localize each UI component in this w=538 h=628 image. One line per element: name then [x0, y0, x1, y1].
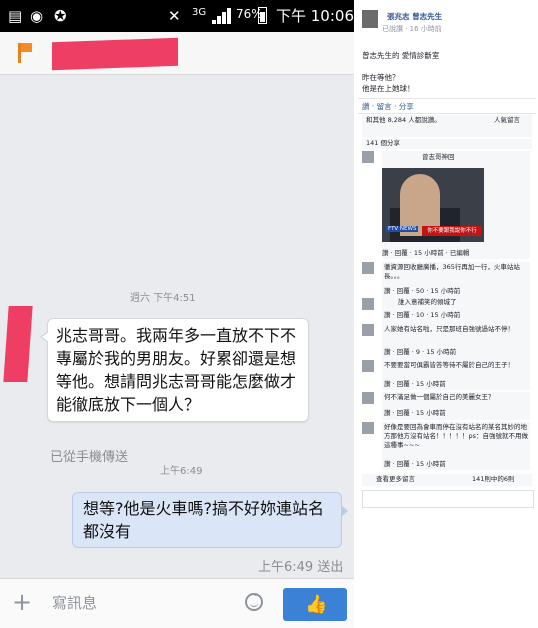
video-caption: 你不要跟我說你不行 [422, 226, 482, 236]
avatar[interactable] [362, 392, 374, 404]
avatar[interactable] [362, 298, 374, 310]
channel-logo: FTV NEWS [386, 226, 419, 232]
post-text: 曾志先生的 愛情診斷室 [362, 51, 440, 60]
comment-meta[interactable]: 讚 · 回覆 · 10 · 15 小時前 [384, 311, 460, 320]
status-bar: ▤ ◉ ✪ ✕ 3G 76% 下午 10:06 [0, 0, 354, 32]
line-app-icon: ◉ [30, 7, 44, 25]
message-timestamp: 週六 下午4:51 [130, 293, 196, 304]
post-meta: 已說讚 · 16 小時前 [382, 25, 442, 33]
network-type: 3G [192, 7, 207, 18]
view-more-comments[interactable]: 查看更多留言 [376, 475, 415, 484]
clock: 下午 10:06 [276, 7, 354, 25]
more-comments-row: 查看更多留言 141則中的6則 [362, 474, 532, 486]
comment-meta[interactable]: 讚 · 回覆 · 9 · 15 小時前 [384, 348, 456, 357]
comment: 何不滿足做一個屬於自己的美麗女王？ 讚 · 回覆 · 15 小時前 [362, 392, 530, 420]
incoming-message: 兆志哥哥。我兩年多一直放不下不專屬於我的男朋友。好累卻還是想等他。想請問兆志哥哥… [40, 318, 309, 422]
comment-meta[interactable]: 讚 · 回覆 · 50 · 15 小時前 [384, 287, 460, 296]
likes-summary: 和其他 8,284 人都說讚。 人氣留言 [362, 115, 532, 137]
comment-text: 不要要當可俱霸皆答等待不屬於自己的王子！ [384, 361, 514, 369]
avatar[interactable] [362, 262, 374, 274]
comment: 人家她有站名啦，只是那班自強號過站不停！ 讚 · 回覆 · 9 · 15 小時前 [362, 324, 530, 360]
comment: 徹資源回收廳廣播，365行再加一行，火車站站長。。。 讚 · 回覆 · 50 ·… [362, 262, 530, 298]
messenger-notification-icon: ▤ [8, 7, 23, 25]
sent-from-label: 已從手機傳送 [50, 450, 129, 465]
redacted-avatar [3, 306, 33, 382]
post-text: 他是在上她球！ [362, 84, 415, 93]
avatar[interactable] [362, 10, 378, 28]
comment: 不要要當可俱霸皆答等待不屬於自己的王子！ 讚 · 回覆 · 15 小時前 [362, 360, 530, 390]
avatar[interactable] [362, 360, 374, 372]
chat-header [0, 32, 354, 75]
comment-meta[interactable]: 讚 · 回覆 · 15 小時前 [384, 409, 446, 418]
emoji-icon[interactable] [245, 591, 263, 611]
news-video-thumbnail[interactable]: FTV NEWS 你不要跟我說你不行 [382, 168, 484, 242]
comment-meta[interactable]: 讚 · 回覆 · 15 小時前 [384, 380, 446, 389]
sent-status: 上午6:49 送出 [258, 560, 344, 575]
mute-icon: ✕ [168, 7, 181, 25]
signal-icon [212, 8, 234, 24]
redacted-contact-name [52, 37, 178, 71]
like-button[interactable]: 👍 [283, 588, 347, 621]
message-timestamp: 上午6:49 [160, 466, 203, 477]
plus-icon[interactable]: + [12, 589, 32, 615]
avatar[interactable] [362, 151, 374, 163]
shares-row: 141 個分享 [362, 139, 532, 149]
message-input[interactable] [52, 591, 232, 615]
message-composer: + 👍 [0, 578, 354, 628]
shares-count[interactable]: 141 個分享 [366, 139, 400, 148]
comment-text: 誰入意補笑的傾城了 [398, 298, 457, 306]
flag-icon[interactable] [18, 43, 32, 63]
post-text: 昨在等他？ [362, 73, 400, 82]
messenger-screen: ▤ ◉ ✪ ✕ 3G 76% 下午 10:06 週六 下午4:51 兆志哥哥。我… [0, 0, 354, 628]
comment: 好像是要回為會車而停在沒有站名的某名其妙的地方那他方沒有站名！！！！！ps：自強… [362, 422, 530, 470]
battery-icon [258, 7, 267, 24]
comment: 誰入意補笑的傾城了 讚 · 回覆 · 10 · 15 小時前 [362, 298, 530, 324]
comment-text: 人家她有站名啦，只是那班自強號過站不停！ [384, 325, 514, 333]
post-author[interactable]: 張兆志 曾志先生 [387, 11, 442, 22]
thumbs-up-icon: 👍 [305, 594, 328, 615]
facebook-post: 張兆志 曾志先生 已說讚 · 16 小時前 曾志先生的 愛情診斷室 昨在等他？ … [358, 0, 536, 628]
avatar[interactable] [362, 422, 374, 434]
comment-text: 何不滿足做一個屬於自己的美麗女王？ [384, 393, 495, 401]
comment-text: 好像是要回為會車而停在沒有站名的某名其妙的地方那他方沒有站名！！！！！ps：自強… [384, 423, 529, 449]
top-comments-filter[interactable]: 人氣留言 [494, 116, 520, 125]
comment-meta[interactable]: 讚 · 回覆 · 15 小時前 [384, 460, 446, 469]
comment-text: 曾志哥神回 [422, 153, 455, 161]
post-actions[interactable]: 讚 · 留言 · 分享 [362, 101, 414, 112]
comment-input[interactable] [362, 490, 534, 508]
comment-count: 141則中的6則 [472, 475, 515, 483]
avatar[interactable] [362, 324, 374, 336]
comment-text: 徹資源回收廳廣播，365行再加一行，火車站站長。。。 [384, 263, 520, 280]
likes-count[interactable]: 和其他 8,284 人都說讚。 [366, 116, 486, 125]
weibo-icon: ✪ [54, 7, 67, 25]
outgoing-message: 想等?他是火車嗎?搞不好妳連站名都沒有 [72, 492, 348, 548]
comment-meta[interactable]: 讚 · 回覆 · 15 小時前 · 已編輯 [382, 249, 469, 258]
